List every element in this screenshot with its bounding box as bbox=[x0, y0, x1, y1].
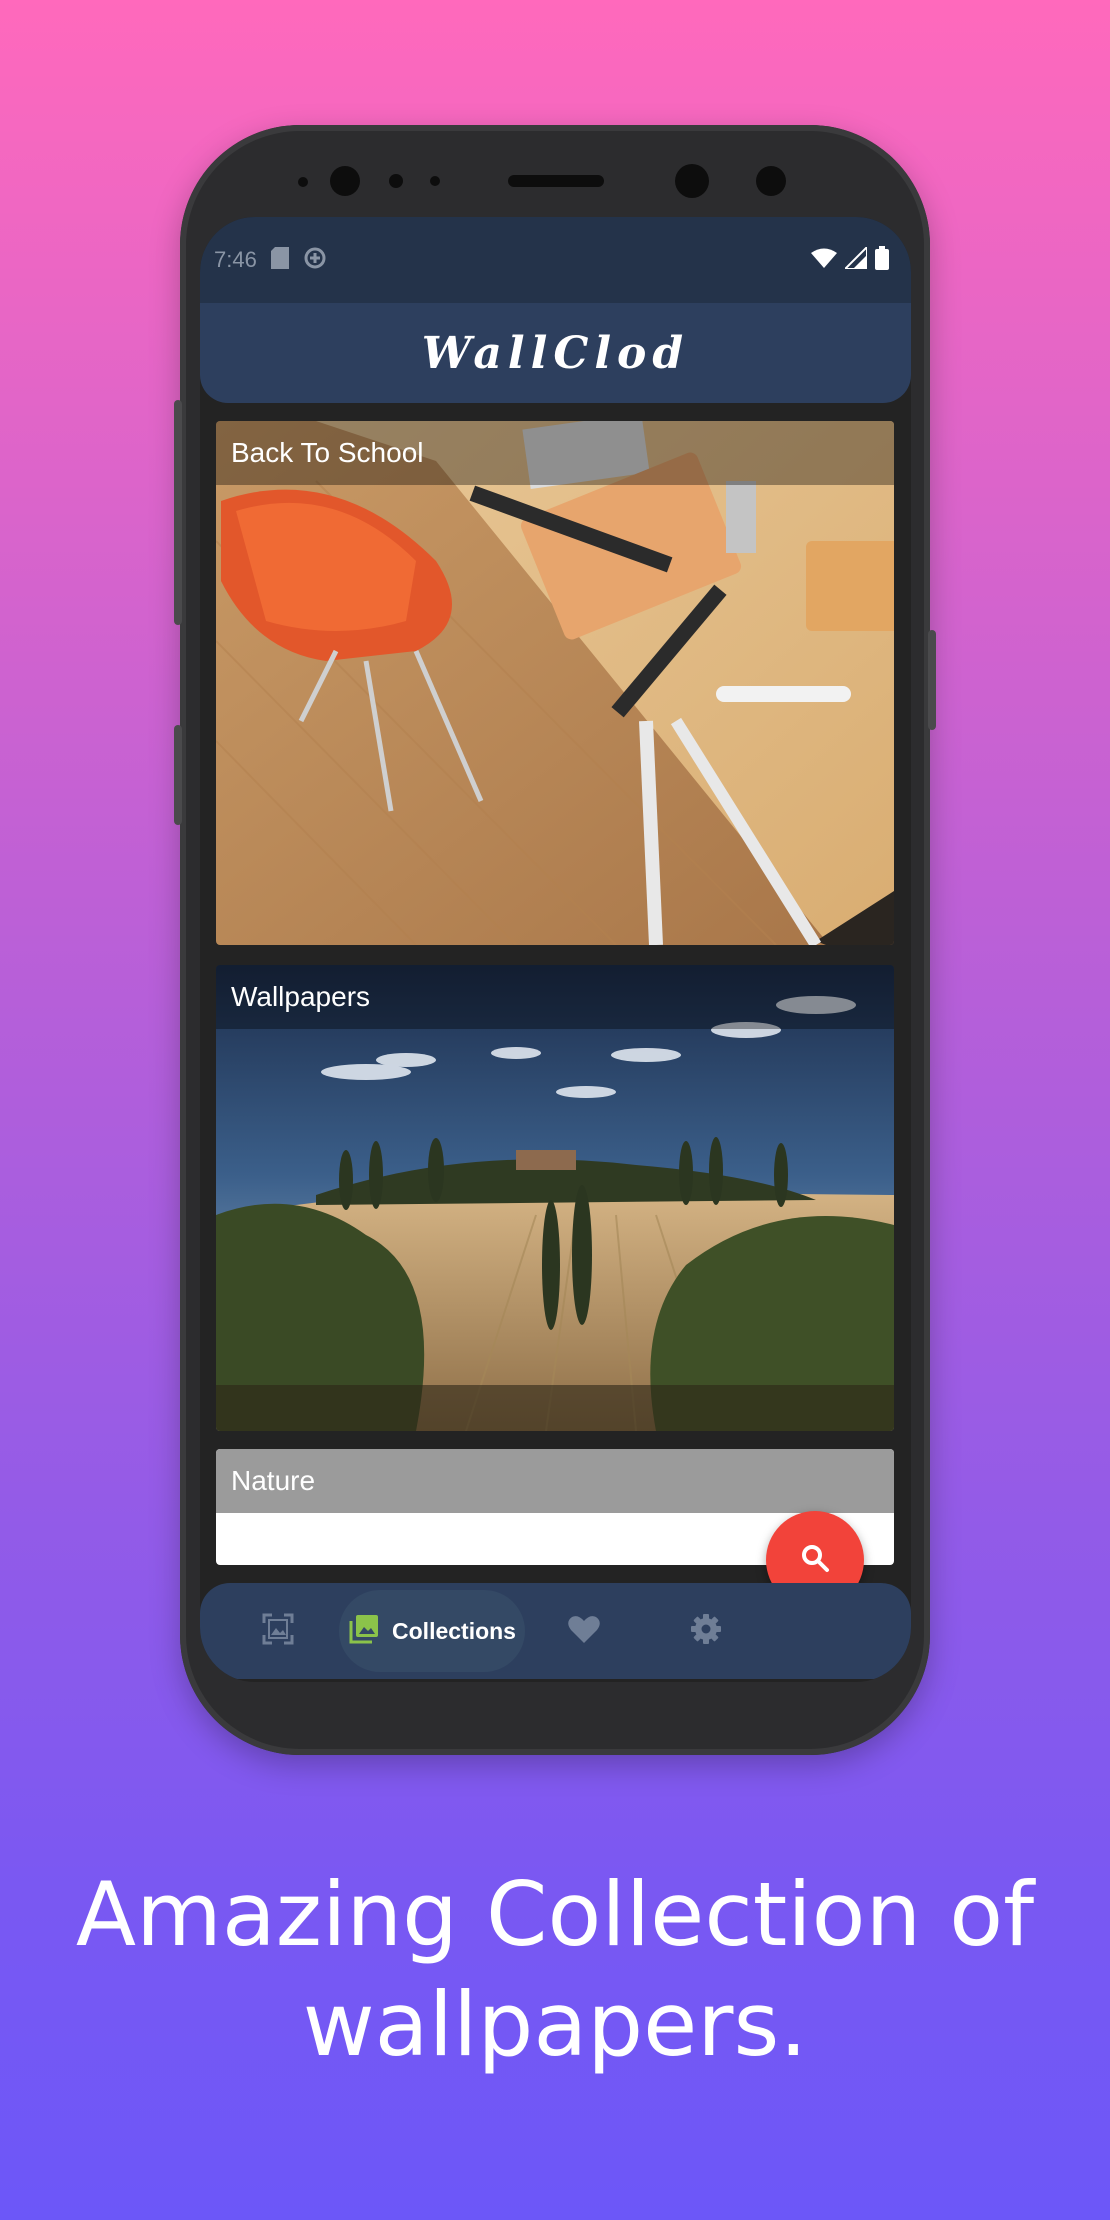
collection-thumbnail-desk bbox=[216, 421, 894, 945]
data-saver-icon bbox=[303, 246, 327, 274]
status-time: 7:46 bbox=[214, 247, 257, 272]
nav-item-collections[interactable]: Collections bbox=[339, 1590, 525, 1672]
nav-label-collections: Collections bbox=[392, 1617, 516, 1644]
battery-icon bbox=[875, 246, 889, 274]
app-bar: WallClod bbox=[200, 303, 911, 403]
status-bar: 7:46 bbox=[200, 217, 911, 303]
image-frame-icon bbox=[262, 1613, 294, 1649]
nav-item-photos[interactable] bbox=[240, 1583, 316, 1679]
collection-card-back-to-school[interactable]: Back To School bbox=[216, 421, 894, 945]
search-icon bbox=[800, 1543, 830, 1577]
heart-icon bbox=[568, 1615, 600, 1647]
sensor-dot bbox=[430, 176, 440, 186]
nav-item-favorites[interactable] bbox=[546, 1583, 622, 1679]
volume-up-button bbox=[174, 400, 182, 625]
sim-card-icon bbox=[270, 247, 289, 273]
collection-thumbnail-landscape bbox=[216, 965, 894, 1431]
bottom-navigation: Collections bbox=[200, 1583, 911, 1679]
collection-title: Back To School bbox=[216, 421, 894, 485]
phone-frame: 7:46 WallClod Back To School Wallpapers … bbox=[174, 125, 936, 1755]
front-camera bbox=[675, 164, 709, 198]
app-title: WallClod bbox=[421, 327, 690, 379]
wifi-icon bbox=[811, 248, 837, 272]
front-camera bbox=[330, 166, 360, 196]
collection-title: Wallpapers bbox=[216, 965, 894, 1029]
earpiece-speaker bbox=[508, 175, 604, 187]
collection-card-wallpapers[interactable]: Wallpapers bbox=[216, 965, 894, 1431]
sensor-dot bbox=[298, 177, 308, 187]
promo-caption: Amazing Collection of wallpapers. bbox=[75, 1863, 1035, 2076]
nav-item-settings[interactable] bbox=[668, 1583, 744, 1679]
volume-down-button bbox=[174, 725, 182, 825]
front-camera bbox=[756, 166, 786, 196]
gear-icon bbox=[690, 1613, 722, 1649]
cell-signal-icon bbox=[842, 244, 868, 273]
app-screen: 7:46 WallClod Back To School Wallpapers … bbox=[200, 217, 911, 1682]
collection-title: Nature bbox=[216, 1449, 894, 1513]
collections-icon bbox=[348, 1613, 380, 1649]
sensor-dot bbox=[389, 174, 403, 188]
power-button bbox=[928, 630, 936, 730]
